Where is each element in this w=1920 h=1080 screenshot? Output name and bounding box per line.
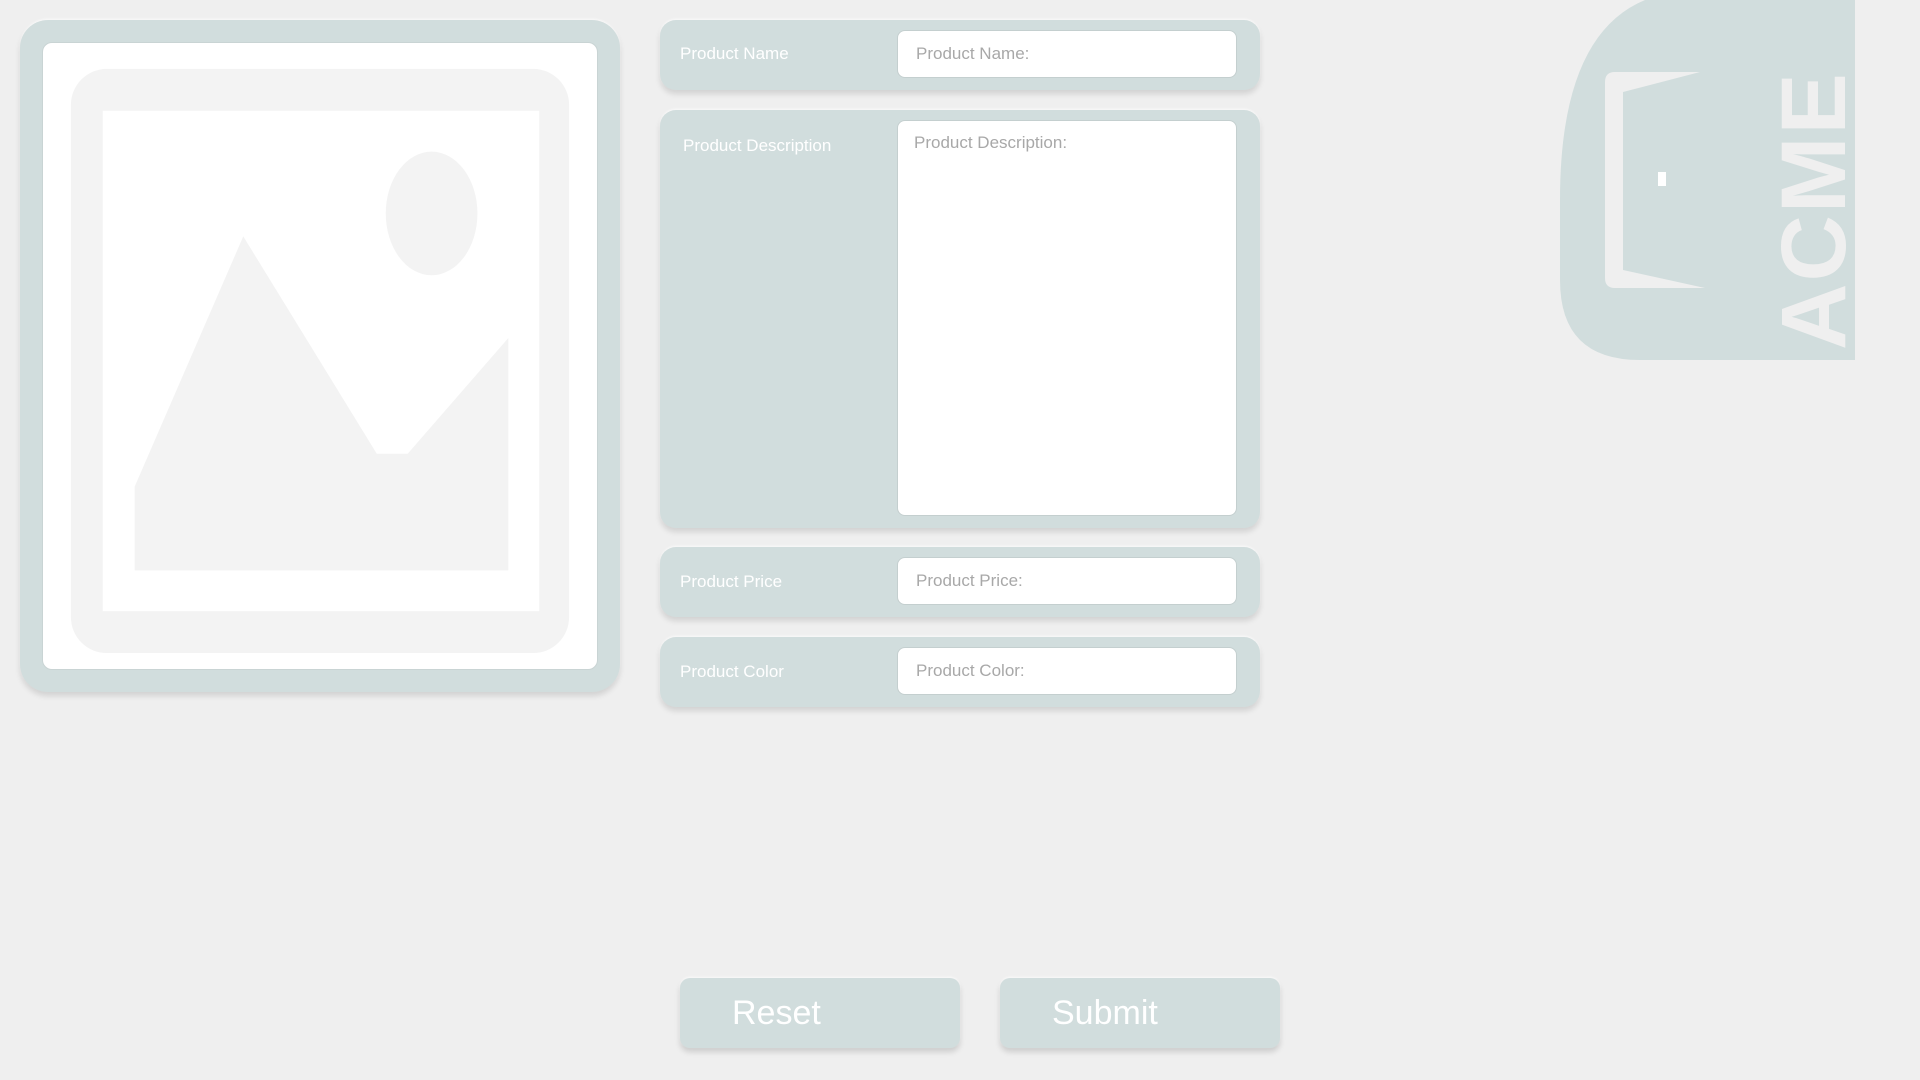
product-color-row: Product Color [660, 637, 1260, 707]
product-color-label: Product Color [680, 662, 784, 681]
acme-logo-text: ACME [1763, 71, 1855, 350]
product-name-label: Product Name [680, 44, 789, 63]
reset-button[interactable]: Reset [680, 978, 960, 1048]
product-name-row: Product Name [660, 20, 1260, 90]
product-price-input[interactable] [897, 557, 1237, 605]
product-image-panel[interactable] [20, 20, 620, 692]
image-placeholder-icon [70, 68, 570, 654]
product-image-frame[interactable] [42, 42, 598, 670]
product-color-input[interactable] [897, 647, 1237, 695]
product-price-row: Product Price [660, 547, 1260, 617]
product-name-input[interactable] [897, 30, 1237, 78]
product-description-label: Product Description [683, 136, 832, 155]
product-description-row: Product Description [660, 110, 1260, 528]
submit-button[interactable]: Submit [1000, 978, 1280, 1048]
acme-logo-icon: ACME [1560, 0, 1855, 360]
product-price-label: Product Price [680, 572, 783, 591]
product-description-input[interactable] [897, 120, 1237, 516]
